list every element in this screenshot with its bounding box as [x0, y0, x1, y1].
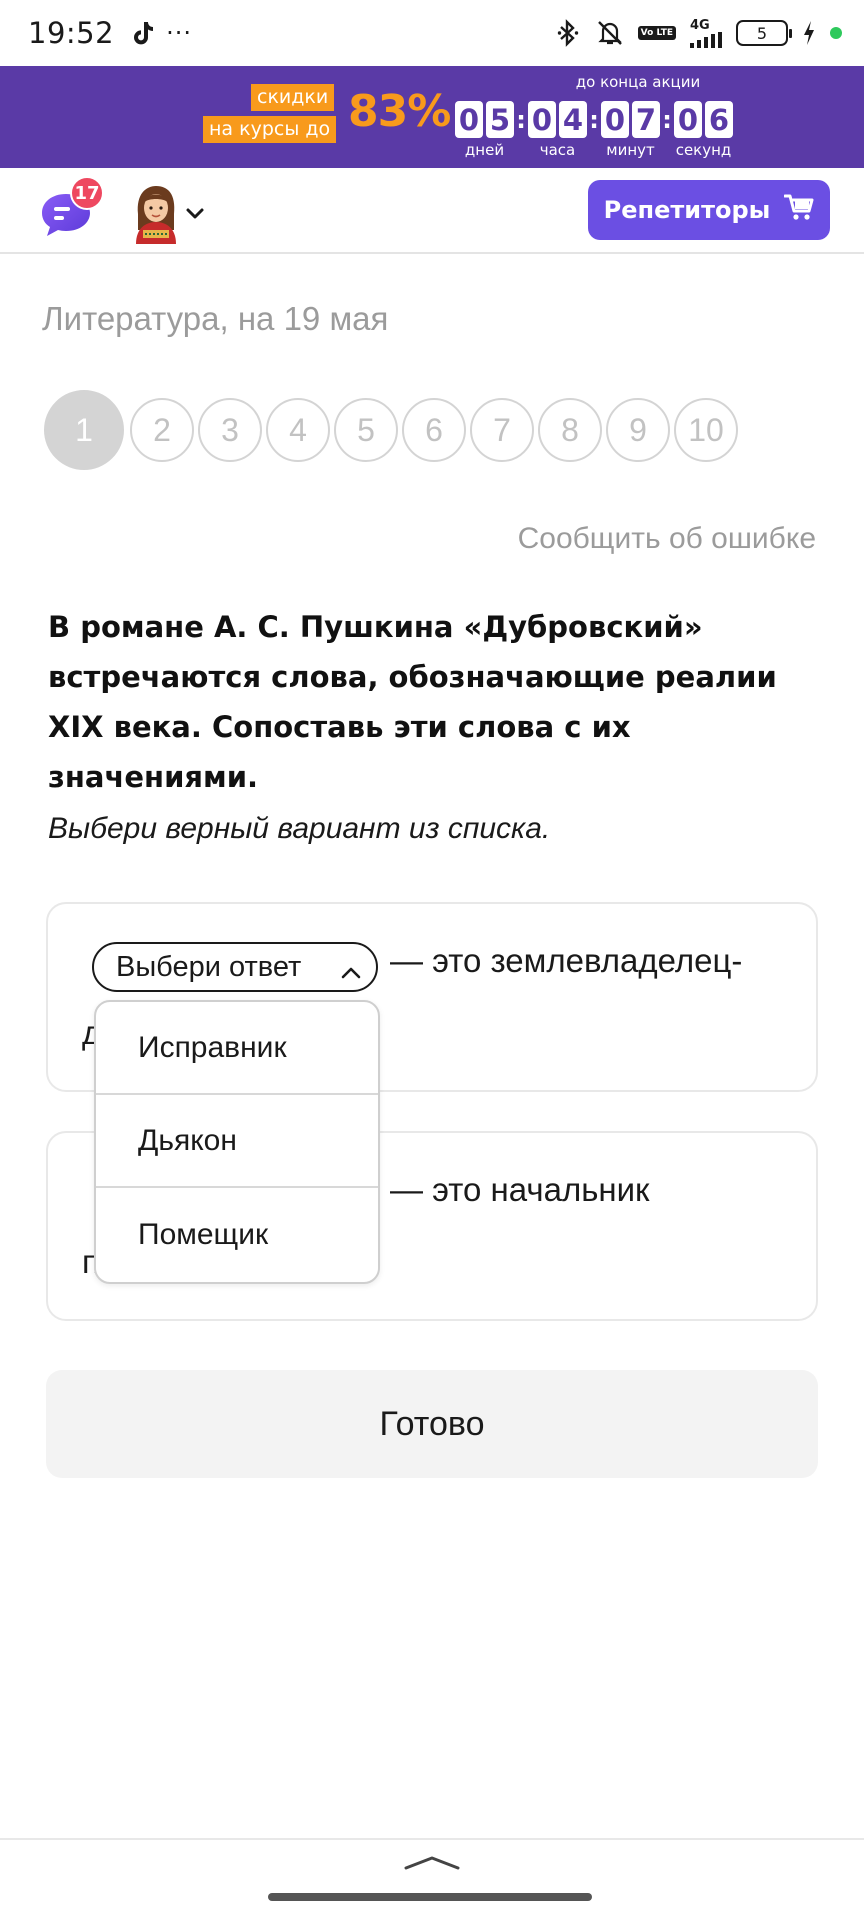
- match-card-text: — это землевладелец-: [390, 942, 743, 979]
- app-header: 17 Репетиторы: [0, 168, 864, 254]
- countdown-digit: 4: [559, 101, 587, 138]
- report-error-link[interactable]: Сообщить об ошибке: [518, 522, 816, 556]
- page-title: Литература, на 19 мая: [42, 300, 389, 337]
- countdown-digit: 0: [528, 101, 556, 138]
- battery-level: 5: [756, 23, 768, 43]
- countdown-digit: 7: [632, 101, 660, 138]
- promo-tag-courses: на курсы до: [203, 116, 337, 143]
- answer-select-label: Выбери ответ: [116, 950, 302, 983]
- tutors-button-label: Репетиторы: [603, 196, 771, 224]
- countdown-digit: 0: [601, 101, 629, 138]
- countdown-label-seconds: секунд: [675, 141, 732, 159]
- chevron-up-icon: [340, 958, 362, 979]
- battery-icon: 5: [736, 20, 792, 46]
- answer-dropdown-menu: Исправник Дьякон Помещик: [94, 1000, 380, 1284]
- step-4[interactable]: 4: [266, 398, 330, 462]
- countdown-label-days: дней: [464, 141, 505, 159]
- step-2[interactable]: 2: [130, 398, 194, 462]
- countdown-timer: 0 5 : 0 4 : 0 7 : 0 6: [455, 101, 733, 138]
- countdown-separator: :: [589, 105, 599, 134]
- countdown-label-hours: часа: [539, 141, 576, 159]
- network-type: 4G: [690, 17, 710, 33]
- countdown-hours: 0 4: [528, 101, 587, 138]
- more-notifications-icon: ···: [166, 19, 192, 47]
- step-5[interactable]: 5: [334, 398, 398, 462]
- step-3[interactable]: 3: [198, 398, 262, 462]
- charging-icon: [802, 18, 816, 48]
- status-time: 19:52: [28, 16, 115, 50]
- home-indicator[interactable]: [268, 1893, 592, 1901]
- question-hint: Выбери верный вариант из списка.: [48, 812, 551, 845]
- promo-banner[interactable]: скидки на курсы до 83% до конца акции 0 …: [0, 66, 864, 168]
- done-button[interactable]: Готово: [46, 1370, 818, 1478]
- countdown-digit: 6: [705, 101, 733, 138]
- avatar[interactable]: [128, 184, 184, 244]
- bottom-divider: [0, 1838, 864, 1840]
- tiktok-icon: [130, 19, 156, 47]
- chat-unread-badge: 17: [70, 176, 104, 210]
- countdown-label-minutes: минут: [606, 141, 655, 159]
- question-steps: 1 2 3 4 5 6 7 8 9 10: [44, 390, 742, 470]
- question-text: В романе А. С. Пушкина «Дубровский» встр…: [48, 610, 777, 794]
- dropdown-option[interactable]: Исправник: [96, 1002, 378, 1095]
- match-card-text: — это начальник: [390, 1171, 650, 1208]
- countdown-digit: 5: [486, 101, 514, 138]
- mute-icon: [596, 18, 624, 48]
- step-7[interactable]: 7: [470, 398, 534, 462]
- step-1[interactable]: 1: [44, 390, 124, 470]
- step-6[interactable]: 6: [402, 398, 466, 462]
- dropdown-option[interactable]: Дьякон: [96, 1095, 378, 1188]
- promo-percent: 83%: [348, 86, 451, 137]
- promo-until-label: до конца акции: [575, 73, 701, 91]
- status-icons: Vo LTE 4G 5: [554, 18, 842, 48]
- countdown-separator: :: [516, 105, 526, 134]
- dropdown-option[interactable]: Помещик: [96, 1188, 378, 1281]
- chevron-down-icon[interactable]: [184, 202, 206, 224]
- volte-icon: Vo LTE: [637, 26, 676, 40]
- bluetooth-icon: [554, 18, 582, 48]
- tutors-button[interactable]: Репетиторы: [588, 180, 830, 240]
- countdown-minutes: 0 7: [601, 101, 660, 138]
- status-bar: 19:52 ··· Vo LTE 4G 5: [0, 0, 864, 66]
- chevron-up-icon[interactable]: [402, 1852, 462, 1872]
- promo-tag-discounts: скидки: [251, 84, 335, 111]
- countdown-seconds: 0 6: [674, 101, 733, 138]
- step-8[interactable]: 8: [538, 398, 602, 462]
- countdown-digit: 0: [455, 101, 483, 138]
- countdown-days: 0 5: [455, 101, 514, 138]
- step-9[interactable]: 9: [606, 398, 670, 462]
- countdown-labels: дней часа минут секунд: [455, 141, 733, 159]
- step-10[interactable]: 10: [674, 398, 738, 462]
- cart-icon: [783, 193, 814, 227]
- countdown-separator: :: [662, 105, 672, 134]
- signal-icon: 4G: [690, 19, 722, 48]
- answer-select[interactable]: Выбери ответ: [92, 942, 378, 992]
- countdown-digit: 0: [674, 101, 702, 138]
- privacy-indicator-dot: [830, 27, 842, 39]
